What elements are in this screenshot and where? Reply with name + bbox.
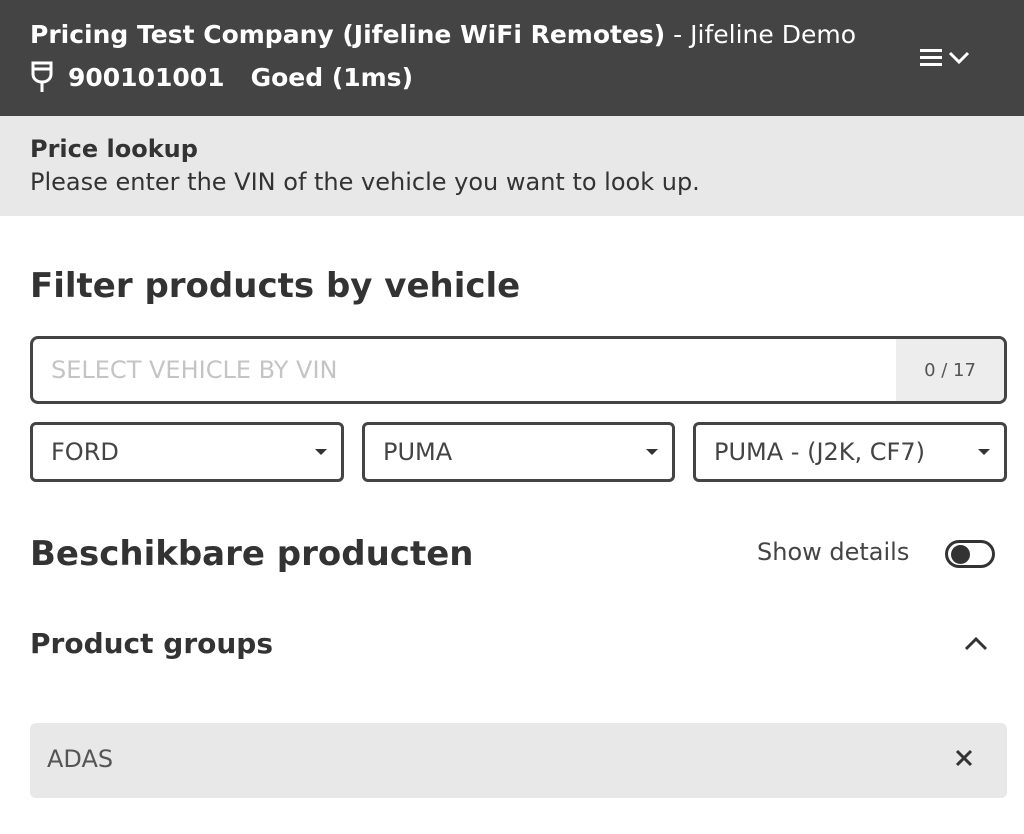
- show-details-toggle[interactable]: [945, 540, 995, 568]
- hamburger-icon: [918, 46, 944, 72]
- connection-status: Goed (1ms): [250, 62, 413, 92]
- chevron-down-icon: [944, 46, 974, 72]
- remove-group-button[interactable]: [951, 745, 977, 775]
- page-subheader: Price lookup Please enter the VIN of the…: [0, 116, 1024, 216]
- device-id: 900101001: [68, 62, 225, 92]
- vin-character-counter: 0 / 17: [896, 339, 1004, 401]
- vin-input[interactable]: [33, 339, 898, 401]
- toggle-knob: [951, 545, 970, 564]
- chevron-up-icon: [962, 634, 990, 658]
- collapse-groups-button[interactable]: [956, 628, 996, 664]
- company-name: Pricing Test Company (Jifeline WiFi Remo…: [30, 20, 666, 49]
- product-group-label: ADAS: [47, 745, 114, 773]
- product-group-chip: ADAS: [30, 723, 1007, 798]
- filter-section-title: Filter products by vehicle: [30, 266, 521, 306]
- caret-down-icon: [978, 449, 990, 455]
- header-title: Pricing Test Company (Jifeline WiFi Remo…: [30, 20, 856, 49]
- model-select-value: PUMA: [383, 438, 453, 466]
- plug-icon: [30, 60, 54, 94]
- page-title: Price lookup: [30, 135, 198, 163]
- model-select[interactable]: PUMA: [362, 422, 675, 482]
- app-header: Pricing Test Company (Jifeline WiFi Remo…: [0, 0, 1024, 116]
- header-menu-button[interactable]: [918, 40, 984, 78]
- show-details-label: Show details: [757, 538, 910, 566]
- header-separator: -: [665, 20, 691, 49]
- page-description: Please enter the VIN of the vehicle you …: [30, 168, 700, 196]
- close-icon: [954, 748, 974, 772]
- products-section-title: Beschikbare producten: [30, 534, 474, 574]
- product-groups-title: Product groups: [30, 627, 274, 660]
- demo-name: Jifeline Demo: [690, 20, 857, 49]
- caret-down-icon: [646, 449, 658, 455]
- variant-select[interactable]: PUMA - (J2K, CF7): [693, 422, 1007, 482]
- make-select-value: FORD: [51, 438, 119, 466]
- caret-down-icon: [315, 449, 327, 455]
- make-select[interactable]: FORD: [30, 422, 344, 482]
- device-status: 900101001 Goed (1ms): [30, 60, 413, 94]
- variant-select-value: PUMA - (J2K, CF7): [714, 438, 925, 466]
- vin-field: 0 / 17: [30, 336, 1007, 404]
